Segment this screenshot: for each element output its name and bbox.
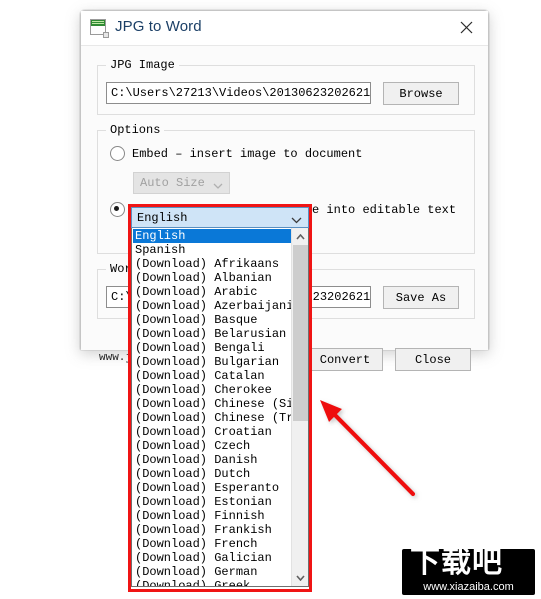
watermark: 下载吧 www.xiazaiba.com <box>402 549 535 595</box>
app-document-icon <box>90 19 109 38</box>
language-list-item[interactable]: (Download) Arabic <box>133 285 291 299</box>
scroll-up-button[interactable] <box>292 228 308 245</box>
jpg-image-legend: JPG Image <box>106 58 179 72</box>
chevron-up-icon <box>296 233 305 240</box>
window-title: JPG to Word <box>115 18 202 35</box>
watermark-url: www.xiazaiba.com <box>423 581 514 593</box>
language-list-item[interactable]: (Download) French <box>133 537 291 551</box>
title-bar: JPG to Word <box>81 11 488 46</box>
language-list-item[interactable]: (Download) Cherokee <box>133 383 291 397</box>
language-selected-value: English <box>137 210 188 225</box>
language-list-item[interactable]: English <box>133 229 291 243</box>
radio-embed-option[interactable]: Embed – insert image to document <box>110 146 362 161</box>
scrollbar-thumb[interactable] <box>293 245 308 421</box>
language-list-item[interactable]: (Download) Czech <box>133 439 291 453</box>
language-list-item[interactable]: (Download) Esperanto <box>133 481 291 495</box>
language-list-item[interactable]: (Download) Croatian <box>133 425 291 439</box>
language-list-items: English Spanish (Download) Afrikaans (Downl… <box>132 228 291 586</box>
arrow-icon <box>320 400 416 497</box>
language-list-item[interactable]: (Download) Bengali <box>133 341 291 355</box>
language-list-item[interactable]: Spanish <box>133 243 291 257</box>
watermark-logo: 下载吧 <box>410 549 503 580</box>
language-list-item[interactable]: (Download) Chinese (Simplified) <box>133 397 291 411</box>
radio-embed-label: Embed – insert image to document <box>132 146 363 161</box>
close-button[interactable]: Close <box>395 348 471 371</box>
language-combo-box[interactable]: English <box>131 207 309 228</box>
language-list-item[interactable]: (Download) Belarusian <box>133 327 291 341</box>
language-list[interactable]: English Spanish (Download) Afrikaans (Downl… <box>131 228 309 587</box>
language-list-item[interactable]: (Download) Chinese (Traditional) <box>133 411 291 425</box>
language-list-item[interactable]: (Download) Bulgarian <box>133 355 291 369</box>
convert-button[interactable]: Convert <box>307 348 383 371</box>
language-list-item[interactable]: (Download) Basque <box>133 313 291 327</box>
chevron-down-icon <box>213 180 223 194</box>
radio-ocr-icon <box>110 202 125 217</box>
language-list-item[interactable]: (Download) Greek <box>133 579 291 586</box>
radio-embed-icon <box>110 146 125 161</box>
language-list-item[interactable]: (Download) Catalan <box>133 369 291 383</box>
chevron-down-icon <box>291 214 302 228</box>
language-list-item[interactable]: (Download) Azerbaijani <box>133 299 291 313</box>
image-size-value: Auto Size <box>140 176 205 190</box>
language-list-item[interactable]: (Download) Estonian <box>133 495 291 509</box>
jpg-path-input[interactable]: C:\Users\27213\Videos\2013062320262198.j… <box>106 82 371 104</box>
close-icon <box>460 21 472 34</box>
scroll-down-button[interactable] <box>292 569 308 586</box>
language-list-item[interactable]: (Download) Galician <box>133 551 291 565</box>
close-window-button[interactable] <box>444 11 488 44</box>
browse-button[interactable]: Browse <box>383 82 459 105</box>
language-list-item[interactable]: (Download) Albanian <box>133 271 291 285</box>
language-list-item[interactable]: (Download) Dutch <box>133 467 291 481</box>
image-size-select[interactable]: Auto Size <box>133 172 230 194</box>
language-list-item[interactable]: (Download) Danish <box>133 453 291 467</box>
language-list-item[interactable]: (Download) Afrikaans <box>133 257 291 271</box>
language-list-item[interactable]: (Download) German <box>133 565 291 579</box>
save-as-button[interactable]: Save As <box>383 286 459 309</box>
annotation-arrow <box>312 398 422 503</box>
chevron-down-icon <box>296 574 305 581</box>
language-dropdown[interactable]: English English Spanish (Download) Afrikaa… <box>128 204 312 592</box>
language-list-scrollbar[interactable] <box>291 228 308 586</box>
language-list-item[interactable]: (Download) Finnish <box>133 509 291 523</box>
options-legend: Options <box>106 123 165 137</box>
language-list-item[interactable]: (Download) Frankish <box>133 523 291 537</box>
